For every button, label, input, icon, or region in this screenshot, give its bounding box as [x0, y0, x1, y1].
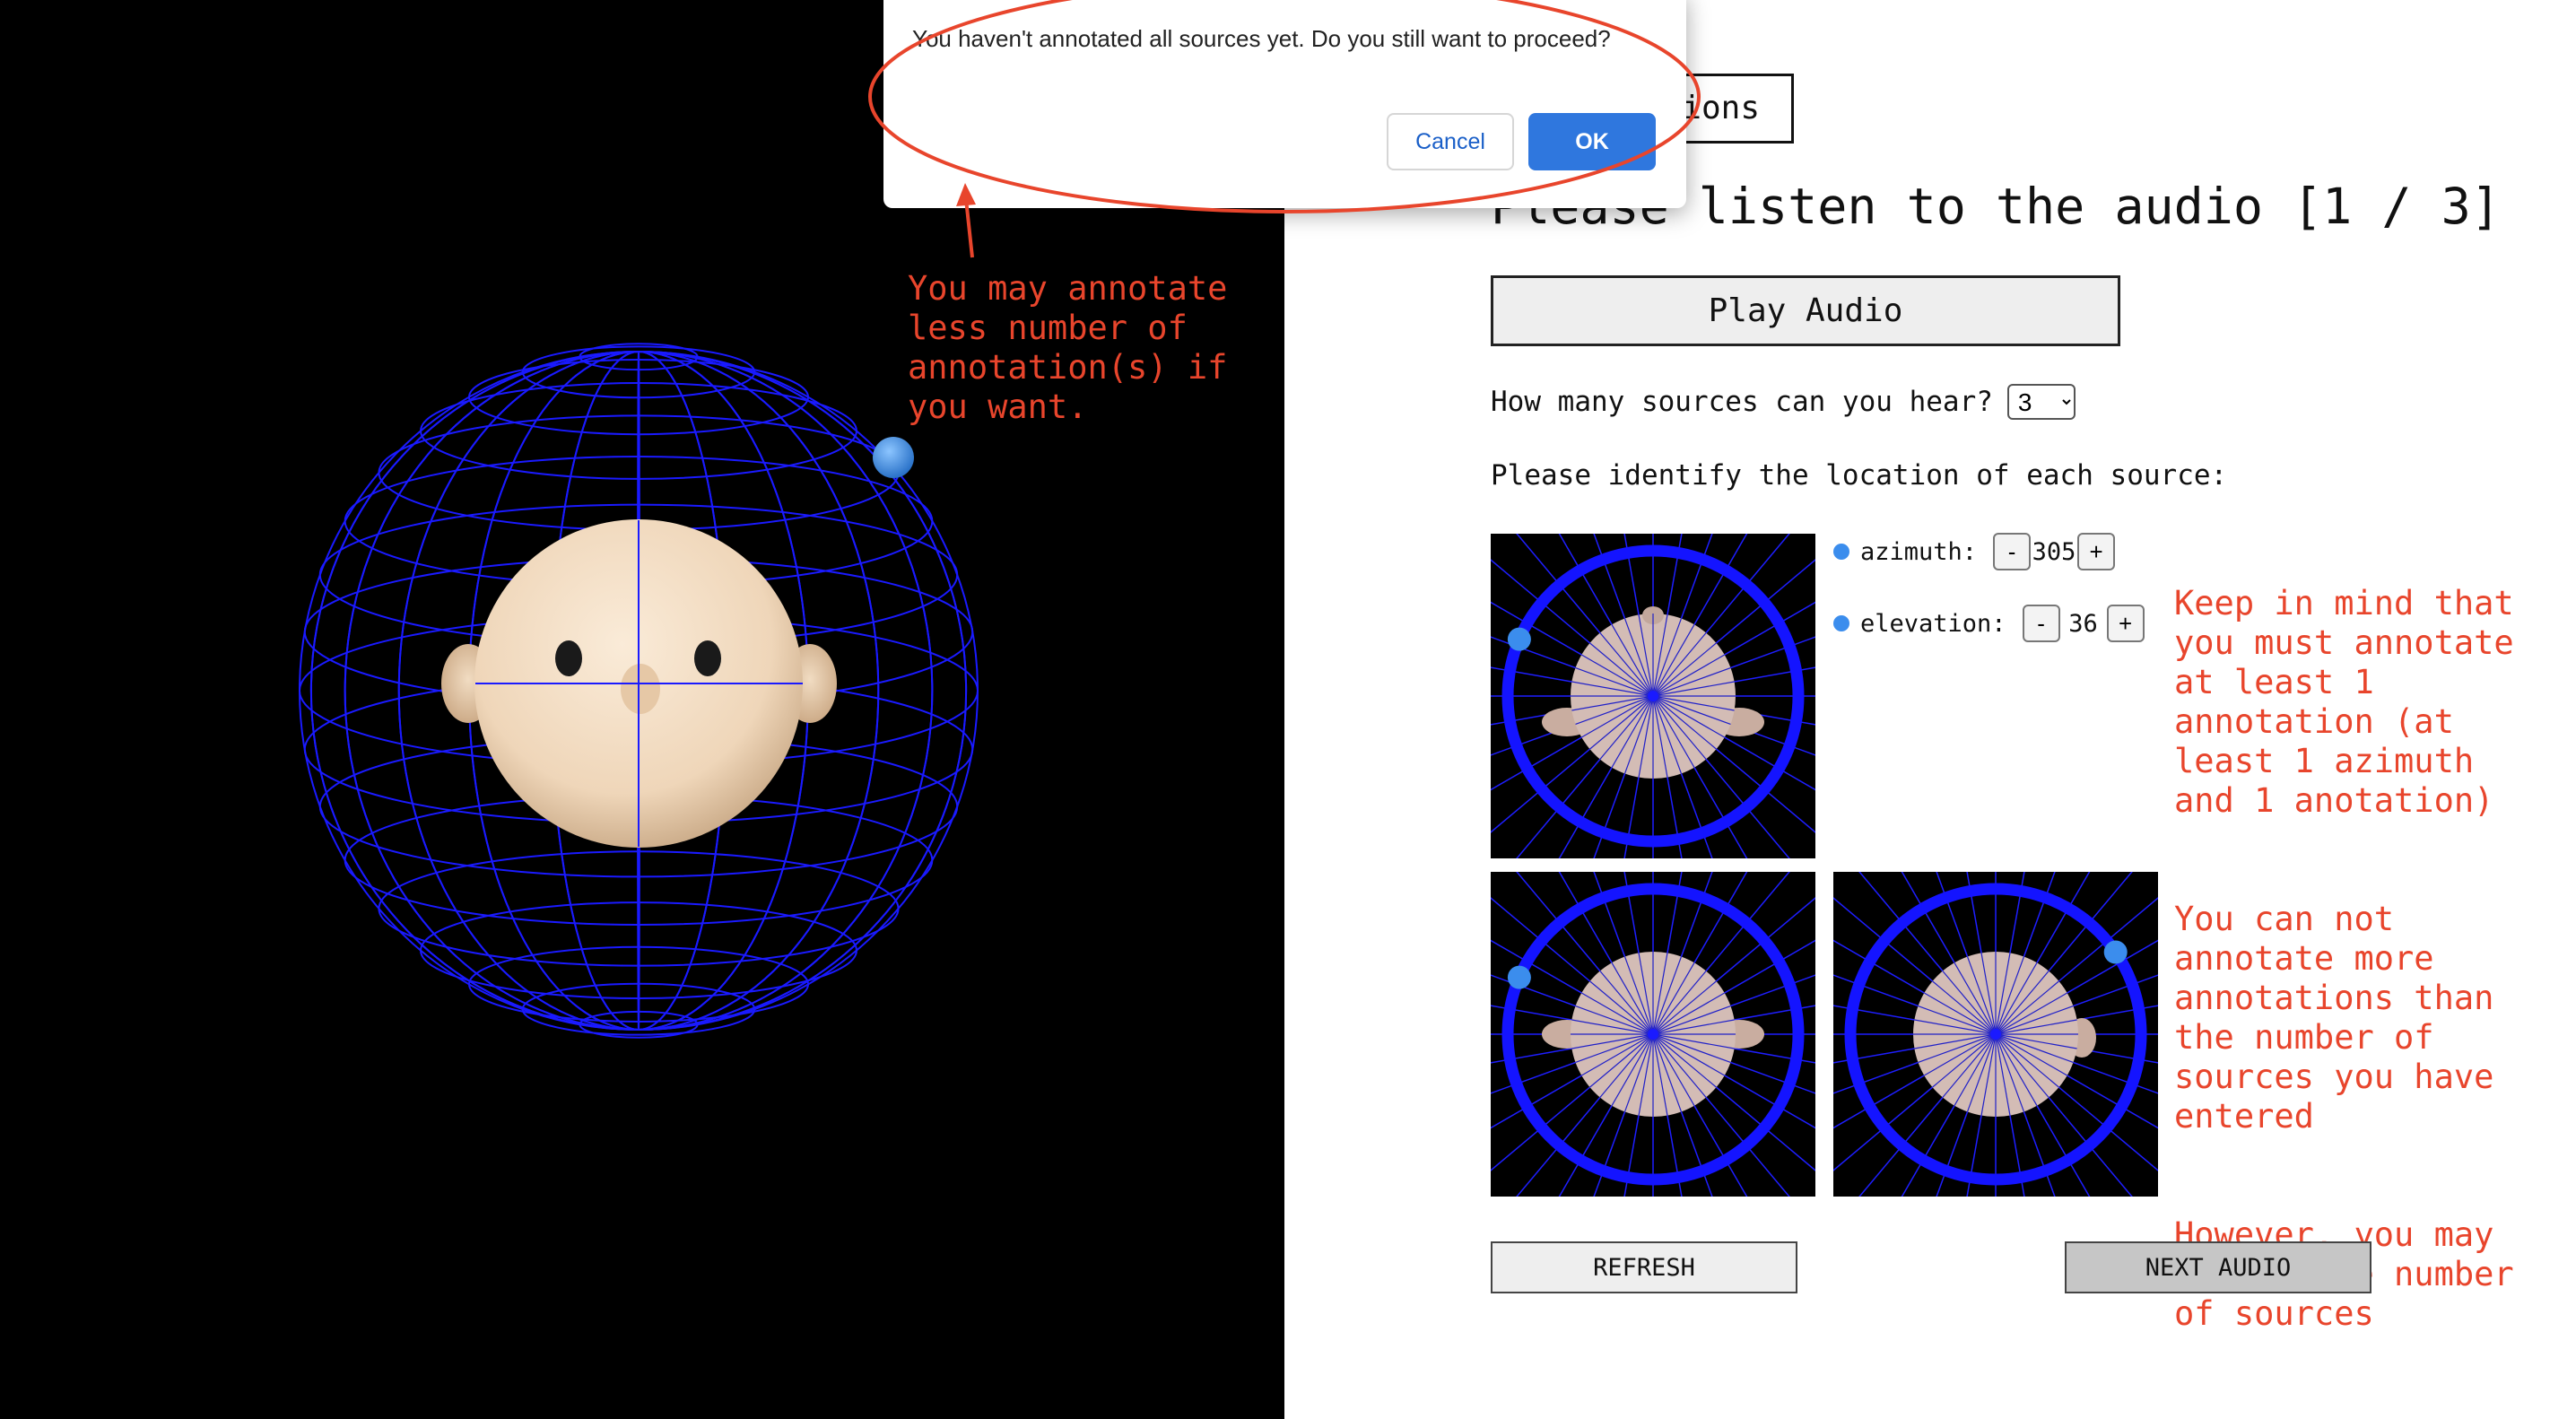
- azimuth-label: azimuth:: [1860, 537, 1978, 566]
- confirm-dialog: You haven't annotated all sources yet. D…: [883, 0, 1686, 208]
- azimuth-decrement-button[interactable]: -: [1993, 533, 2032, 570]
- source-marker[interactable]: [1507, 965, 1531, 989]
- source-marker[interactable]: [2103, 940, 2128, 964]
- location-prompt: Please identify the location of each sou…: [1491, 459, 2228, 492]
- left-annotation-note: You may annotate less number of annotati…: [908, 269, 1228, 426]
- azimuth-increment-button[interactable]: +: [2077, 533, 2116, 570]
- center-point: [1648, 1029, 1658, 1040]
- note-minimum: Keep in mind that you must annotate at l…: [2174, 584, 2514, 820]
- right-eye: [694, 640, 721, 676]
- left-eye: [555, 640, 582, 676]
- sources-question-row: How many sources can you hear? 3: [1491, 384, 2076, 420]
- sphere-viewer[interactable]: [0, 0, 1284, 1419]
- source-marker[interactable]: [1507, 627, 1531, 651]
- center-point: [1648, 691, 1658, 701]
- azimuth-value: 305: [2032, 537, 2076, 566]
- next-audio-button[interactable]: NEXT AUDIO: [2065, 1241, 2371, 1293]
- source-marker-ball[interactable]: [873, 437, 914, 478]
- ok-button[interactable]: OK: [1528, 113, 1656, 170]
- wireframe-sphere[interactable]: [0, 0, 1284, 1419]
- elevation-increment-button[interactable]: +: [2106, 605, 2145, 642]
- top-view-azimuth[interactable]: [1491, 534, 1815, 858]
- center-point: [1990, 1029, 2001, 1040]
- cancel-button[interactable]: Cancel: [1387, 113, 1514, 170]
- elevation-value: 36: [2068, 609, 2098, 638]
- side-view-elevation[interactable]: [1833, 872, 2158, 1197]
- azimuth-control: azimuth: - 305 +: [1833, 533, 2116, 570]
- source-color-dot: [1833, 544, 1849, 560]
- source-color-dot: [1833, 615, 1849, 631]
- note-maximum: You can not annotate more annotations th…: [2174, 900, 2494, 1136]
- elevation-decrement-button[interactable]: -: [2022, 605, 2060, 642]
- refresh-button[interactable]: REFRESH: [1491, 1241, 1797, 1293]
- sources-question-label: How many sources can you hear?: [1491, 386, 1993, 418]
- front-view-elevation[interactable]: [1491, 872, 1815, 1197]
- elevation-label: elevation:: [1860, 609, 2006, 638]
- elevation-control: elevation: - 36 +: [1833, 605, 2145, 642]
- dialog-message: You haven't annotated all sources yet. D…: [912, 25, 1611, 52]
- nose: [621, 664, 660, 714]
- play-audio-button[interactable]: Play Audio: [1491, 275, 2120, 346]
- sources-count-select[interactable]: 3: [2006, 384, 2076, 420]
